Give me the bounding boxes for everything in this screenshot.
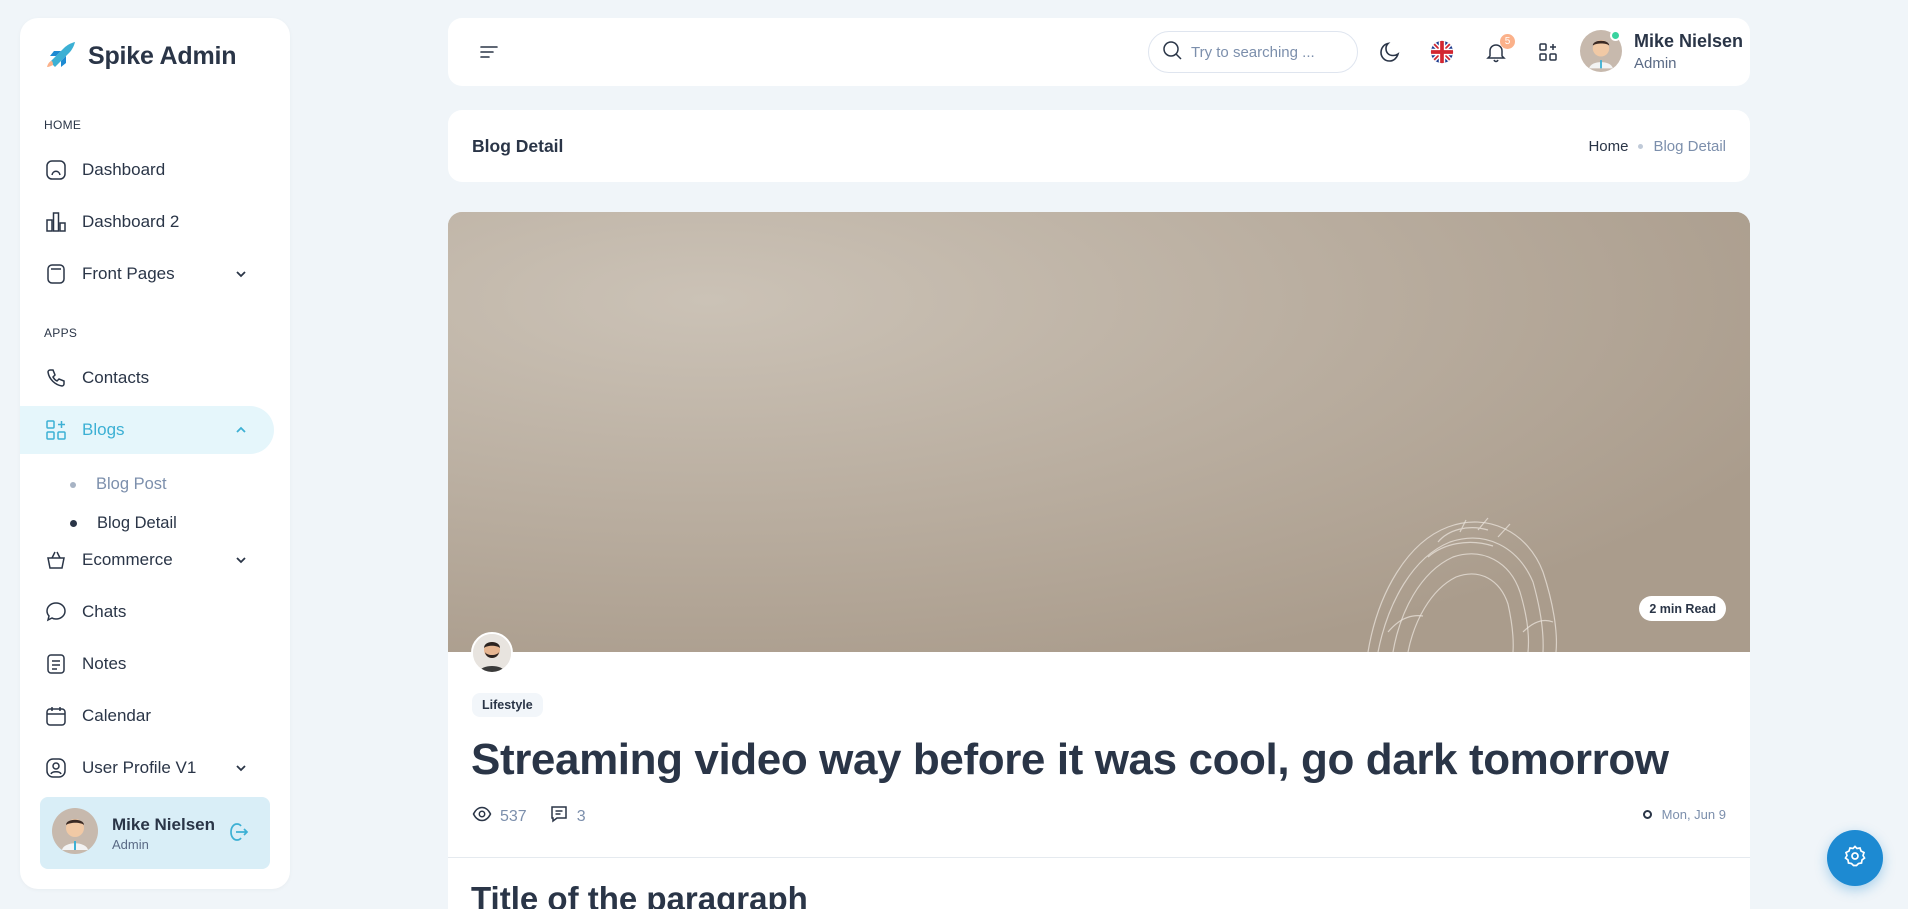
sidebar-subitem-label: Blog Post [96, 475, 167, 493]
sidebar-item-calendar[interactable]: Calendar [20, 692, 274, 740]
search-box[interactable] [1148, 31, 1358, 73]
breadcrumb: Home Blog Detail [1588, 138, 1726, 155]
avatar [1580, 30, 1622, 72]
chart-bars-icon [44, 210, 68, 234]
section-label-apps: APPS [44, 326, 78, 340]
blog-title: Streaming video way before it was cool, … [471, 735, 1669, 784]
sidebar-item-label: Dashboard [82, 160, 166, 179]
comments-stat: 3 [549, 804, 586, 829]
sidebar-item-label: User Profile V1 [82, 758, 197, 777]
sidebar-item-label: Ecommerce [82, 550, 173, 569]
breadcrumb-current: Blog Detail [1653, 138, 1726, 155]
sidebar-item-label: Notes [82, 654, 127, 673]
header-profile-role: Admin [1634, 54, 1677, 72]
publish-date-text: Mon, Jun 9 [1661, 807, 1726, 822]
gear-icon [1843, 844, 1867, 873]
topbar: 5 Mike Nielsen Admin [448, 18, 1750, 86]
sidebar-item-label: Dashboard 2 [82, 212, 180, 231]
category-chip[interactable]: Lifestyle [472, 693, 543, 717]
sidebar-item-user-profile[interactable]: User Profile V1 [20, 744, 274, 792]
header-profile-name: Mike Nielsen [1634, 30, 1744, 51]
sidebar-subitem-blog-detail[interactable]: Blog Detail [46, 514, 177, 533]
sidebar-item-label: Front Pages [82, 264, 175, 283]
section-label-home: HOME [44, 118, 82, 132]
sidebar-profile-card: Mike Nielsen Admin [40, 797, 270, 869]
views-stat: 537 [472, 804, 527, 829]
blog-meta: 537 3 [472, 804, 598, 829]
menu-toggle-icon[interactable] [478, 41, 500, 68]
notification-badge: 5 [1500, 34, 1515, 49]
online-status-dot [1610, 30, 1621, 41]
sidebar-item-label: Calendar [82, 706, 151, 725]
sidebar-item-blogs[interactable]: Blogs [20, 406, 274, 454]
message-icon [44, 600, 68, 624]
sidebar-item-label: Chats [82, 602, 127, 621]
rocket-icon [42, 36, 78, 77]
sidebar-subitem-blog-post[interactable]: Blog Post [46, 475, 167, 494]
user-circle-icon [44, 756, 68, 780]
blog-cover-image: 2 min Read [448, 212, 1750, 652]
blog-detail-card: 2 min Read Lifestyle Streaming video way… [448, 212, 1750, 909]
sidebar-item-contacts[interactable]: Contacts [20, 354, 274, 402]
page-title: Blog Detail [472, 136, 564, 156]
sidebar-item-label: Blogs [82, 420, 125, 439]
sidebar-item-notes[interactable]: Notes [20, 640, 274, 688]
breadcrumb-home-link[interactable]: Home [1588, 138, 1628, 155]
uk-flag-icon[interactable] [1430, 40, 1454, 64]
phone-icon [44, 366, 68, 390]
logout-icon[interactable] [228, 821, 250, 848]
settings-fab-button[interactable] [1827, 830, 1883, 886]
sidebar-item-dashboard-2[interactable]: Dashboard 2 [20, 198, 274, 246]
calendar-icon [44, 704, 68, 728]
sidebar-subitem-label: Blog Detail [97, 514, 177, 532]
circle-icon [1642, 810, 1652, 819]
page-header-card: Blog Detail Home Blog Detail [448, 110, 1750, 182]
sidebar-item-label: Contacts [82, 368, 150, 387]
views-count: 537 [500, 807, 527, 825]
sidebar-item-front-pages[interactable]: Front Pages [20, 250, 274, 298]
read-time-chip: 2 min Read [1639, 596, 1726, 621]
sidebar-item-ecommerce[interactable]: Ecommerce [20, 536, 274, 584]
chevron-up-icon [234, 422, 248, 442]
divider [448, 857, 1750, 858]
notes-icon [44, 652, 68, 676]
moon-icon[interactable] [1378, 40, 1402, 64]
aperture-icon [44, 158, 68, 182]
comments-count: 3 [576, 807, 586, 825]
search-input[interactable] [1191, 43, 1341, 61]
chevron-down-icon [234, 552, 248, 572]
header-profile[interactable]: Mike Nielsen Admin [1580, 30, 1743, 72]
bell-icon[interactable]: 5 [1484, 34, 1515, 64]
sidebar-item-dashboard[interactable]: Dashboard [20, 146, 274, 194]
sidebar-profile-name: Mike Nielsen [112, 814, 215, 834]
basket-icon [44, 548, 68, 572]
publish-date: Mon, Jun 9 [1642, 807, 1726, 822]
sidebar: Spike Admin HOME Dashboard Dashboard 2 F… [20, 18, 290, 889]
comment-icon [549, 804, 569, 829]
sidebar-item-chats[interactable]: Chats [20, 588, 274, 636]
layout-icon [44, 262, 68, 286]
chevron-down-icon [234, 266, 248, 286]
brand-logo[interactable]: Spike Admin [42, 36, 236, 77]
search-icon [1161, 39, 1183, 66]
bullet-icon [70, 481, 76, 488]
apps-grid-icon[interactable] [1536, 40, 1560, 64]
bullet-icon [70, 520, 77, 527]
avatar [52, 807, 98, 859]
breadcrumb-separator [1638, 144, 1644, 149]
sidebar-profile-role: Admin [112, 836, 149, 852]
chevron-down-icon [234, 760, 248, 780]
apps-icon [44, 418, 68, 442]
author-avatar[interactable] [471, 632, 513, 674]
paragraph-title: Title of the paragraph [471, 880, 808, 909]
eye-icon [472, 804, 492, 829]
brand-name: Spike Admin [88, 42, 237, 70]
